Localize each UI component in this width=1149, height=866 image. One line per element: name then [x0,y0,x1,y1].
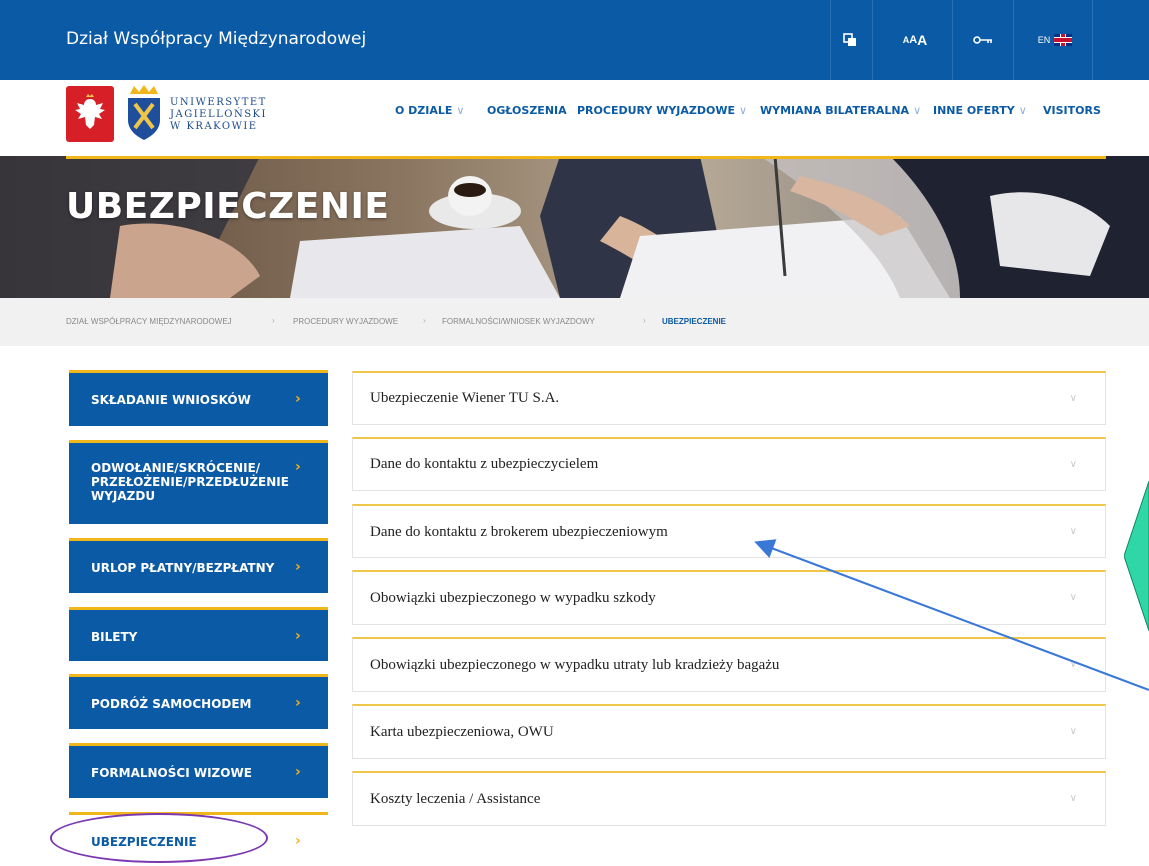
sidebar-item-label: FORMALNOŚCI WIZOWE [91,766,252,780]
nav-item-wymiana-bilateralna[interactable]: WYMIANA BILATERALNA ∨ [760,104,921,117]
top-bar-divider [1092,0,1093,80]
font-size-toggle[interactable]: A A A [880,0,950,80]
nav-item-label: WYMIANA BILATERALNA [760,104,910,117]
chevron-down-icon: ∨ [1069,793,1077,804]
accordion-item[interactable]: Obowiązki ubezpieczonego w wypadku szkod… [352,570,1106,625]
nav-item-label: OGŁOSZENIA [487,104,567,117]
accordion-item-title: Dane do kontaktu z ubezpieczycielem [370,456,599,472]
sidebar-item-label: URLOP PŁATNY/BEZPŁATNY [91,561,275,575]
chevron-down-icon: ∨ [913,104,922,117]
font-size-large[interactable]: A [917,32,927,48]
breadcrumb-item[interactable]: DZIAŁ WSPÓŁPRACY MIĘDZYNARODOWEJ [66,317,232,326]
accordion-item-title: Ubezpieczenie Wiener TU S.A. [370,390,560,406]
sidebar-item-odwolanie[interactable]: ODWOŁANIE/SKRÓCENIE/ PRZEŁOŻENIE/PRZEDŁU… [69,440,328,524]
accordion-item-title: Obowiązki ubezpieczonego w wypadku utrat… [370,657,780,673]
accordion-item[interactable]: Karta ubezpieczeniowa, OWU ∨ [352,704,1106,759]
accordion-item-title: Koszty leczenia / Assistance [370,791,541,807]
nav-item-label: O DZIALE [395,104,453,117]
accordion-item[interactable]: Dane do kontaktu z brokerem ubezpieczeni… [352,504,1106,558]
chevron-right-icon: › [295,391,301,407]
main-nav: O DZIALE ∨ OGŁOSZENIA PROCEDURY WYJAZDOWE… [0,104,1149,124]
accordion-item-title: Karta ubezpieczeniowa, OWU [370,724,554,740]
font-size-medium[interactable]: A [909,34,917,46]
highlight-oval-annotation [50,813,268,863]
chevron-right-icon: › [295,695,301,711]
site-title[interactable]: Dział Współpracy Międzynarodowej [66,29,366,49]
copy-icon[interactable] [830,0,870,80]
breadcrumb-item[interactable]: FORMALNOŚCI/WNIOSEK WYJAZDOWY [442,317,595,326]
accordion-item[interactable]: Dane do kontaktu z ubezpieczycielem ∨ [352,437,1106,491]
chevron-down-icon: ∨ [1069,526,1077,537]
chevron-down-icon: ∨ [1069,659,1077,670]
chevron-down-icon: ∨ [1069,393,1077,404]
language-label[interactable]: EN [1038,35,1051,45]
nav-item-label: VISITORS [1043,104,1101,117]
chevron-down-icon: ∨ [1069,592,1077,603]
chevron-down-icon: ∨ [1069,459,1077,470]
breadcrumb-current: UBEZPIECZENIE [662,317,727,326]
hero-banner [0,156,1149,298]
sidebar-item-formalnosci-wizowe[interactable]: FORMALNOŚCI WIZOWE › [69,743,328,798]
chevron-right-icon: › [295,833,301,849]
sidebar-item-label: PODRÓŻ SAMOCHODEM [91,697,252,711]
sidebar-item-skladanie-wnioskow[interactable]: SKŁADANIE WNIOSKÓW › [69,370,328,426]
nav-item-inne-oferty[interactable]: INNE OFERTY ∨ [933,104,1027,117]
accordion-item[interactable]: Obowiązki ubezpieczonego w wypadku utrat… [352,637,1106,692]
sidebar-item-urlop[interactable]: URLOP PŁATNY/BEZPŁATNY › [69,538,328,593]
page-title: UBEZPIECZENIE [66,186,390,227]
sidebar-item-label: SKŁADANIE WNIOSKÓW [91,393,251,407]
top-bar-divider [952,0,953,80]
callout-shape-annotation [1124,481,1149,631]
sidebar-item-bilety[interactable]: BILETY › [69,607,328,661]
chevron-right-icon: › [295,764,301,780]
accordion-item-title: Dane do kontaktu z brokerem ubezpieczeni… [370,524,668,540]
chevron-down-icon: ∨ [456,104,465,117]
breadcrumb-separator: › [423,316,426,325]
language-switch[interactable]: EN [1020,0,1090,80]
sidebar-item-podroz-samochodem[interactable]: PODRÓŻ SAMOCHODEM › [69,674,328,729]
accordion-item[interactable]: Ubezpieczenie Wiener TU S.A. ∨ [352,371,1106,425]
chevron-down-icon: ∨ [1018,104,1027,117]
uk-flag-icon[interactable] [1054,34,1073,46]
breadcrumb-separator: › [272,316,275,325]
hero-photo-illustration [0,156,1149,298]
nav-item-o-dziale[interactable]: O DZIALE ∨ [395,104,464,117]
hero-accent-line [66,156,1106,159]
nav-item-label: PROCEDURY WYJAZDOWE [577,104,736,117]
key-icon[interactable] [955,0,1010,80]
chevron-down-icon: ∨ [739,104,748,117]
nav-item-visitors[interactable]: VISITORS [1043,104,1101,117]
top-bar-divider [872,0,873,80]
sidebar-item-label: BILETY [91,630,138,644]
chevron-right-icon: › [295,559,301,575]
accordion-item-title: Obowiązki ubezpieczonego w wypadku szkod… [370,590,656,606]
nav-item-procedury-wyjazdowe[interactable]: PROCEDURY WYJAZDOWE ∨ [577,104,747,117]
nav-item-label: INNE OFERTY [933,104,1015,117]
chevron-right-icon: › [295,628,301,644]
top-bar-divider [1013,0,1014,80]
chevron-right-icon: › [295,459,301,475]
breadcrumb-separator: › [643,316,646,325]
breadcrumb-item[interactable]: PROCEDURY WYJAZDOWE [293,317,398,326]
chevron-down-icon: ∨ [1069,726,1077,737]
nav-item-ogloszenia[interactable]: OGŁOSZENIA [487,104,567,117]
accordion-item[interactable]: Koszty leczenia / Assistance ∨ [352,771,1106,826]
sidebar-item-label: ODWOŁANIE/SKRÓCENIE/ PRZEŁOŻENIE/PRZEDŁU… [91,461,289,503]
